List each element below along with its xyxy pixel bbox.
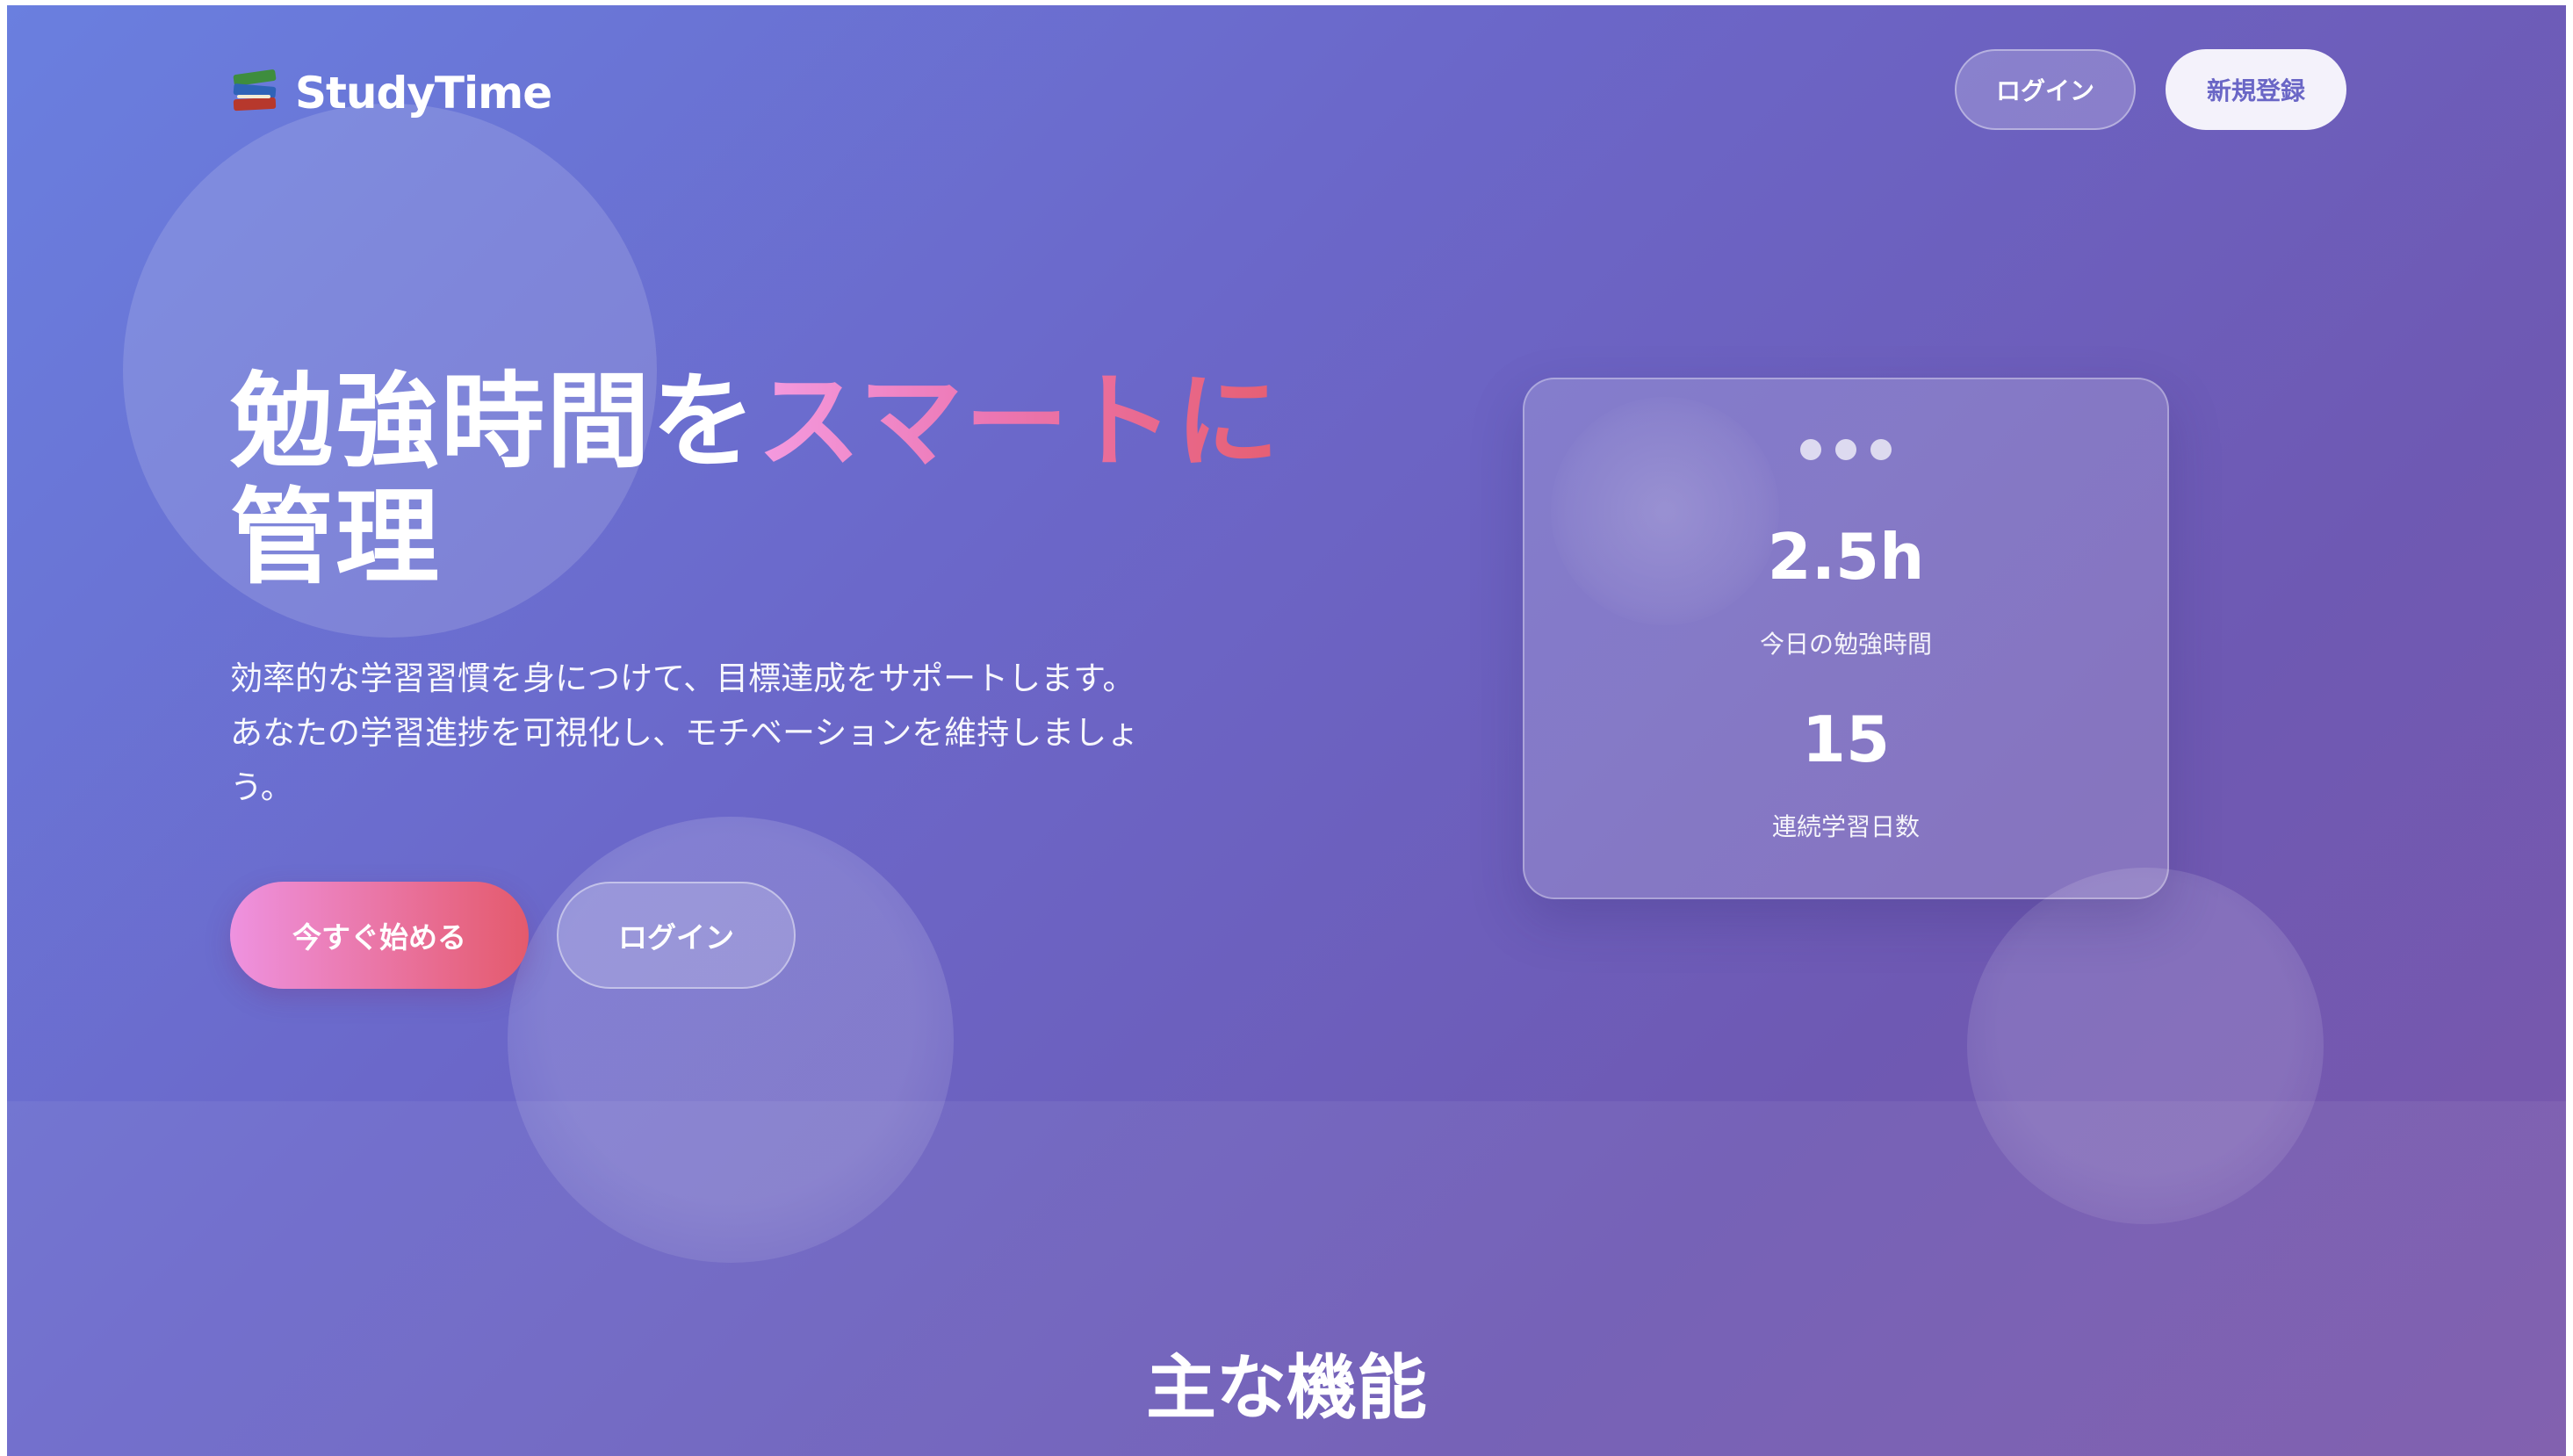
- decorative-bubble: [1967, 868, 2324, 1224]
- header-login-button[interactable]: ログイン: [1955, 49, 2136, 130]
- stats-card: 2.5h 今日の勉強時間 15 連続学習日数: [1523, 378, 2169, 899]
- hero-title-accent: スマートに: [757, 361, 1281, 482]
- site-header: StudyTime ログイン 新規登録: [7, 5, 2566, 181]
- hero-description: 効率的な学習習慣を身につけて、目標達成をサポートします。 あなたの学習進捗を可視…: [230, 652, 1187, 815]
- today-study-time-label: 今日の勉強時間: [1759, 630, 1932, 659]
- window-dots-icon: [1524, 439, 2167, 460]
- hero-title-main: 勉強時間を: [230, 361, 758, 482]
- hero-description-line: う。: [230, 768, 293, 806]
- hero-description-line: 効率的な学習習慣を身につけて、目標達成をサポートします。: [230, 660, 1135, 697]
- brand-logo[interactable]: StudyTime: [230, 61, 552, 125]
- streak-days-label: 連続学習日数: [1771, 812, 1920, 841]
- hero-login-button[interactable]: ログイン: [557, 882, 796, 989]
- brand-name: StudyTime: [295, 68, 552, 119]
- landing-page: StudyTime ログイン 新規登録 勉強時間をスマートに 管理 効率的な学習…: [7, 5, 2566, 1456]
- streak-days-value: 15: [1801, 703, 1891, 776]
- hero-title: 勉強時間をスマートに 管理: [230, 364, 1284, 595]
- books-icon: [230, 68, 279, 118]
- header-signup-button[interactable]: 新規登録: [2166, 49, 2346, 130]
- hero-title-line2: 管理: [230, 477, 442, 598]
- today-study-time-value: 2.5h: [1767, 520, 1925, 594]
- start-now-button[interactable]: 今すぐ始める: [230, 882, 529, 989]
- features-title: 主な機能: [1146, 1347, 1427, 1429]
- hero-description-line: あなたの学習進捗を可視化し、モチベーションを維持しましょ: [230, 714, 1140, 752]
